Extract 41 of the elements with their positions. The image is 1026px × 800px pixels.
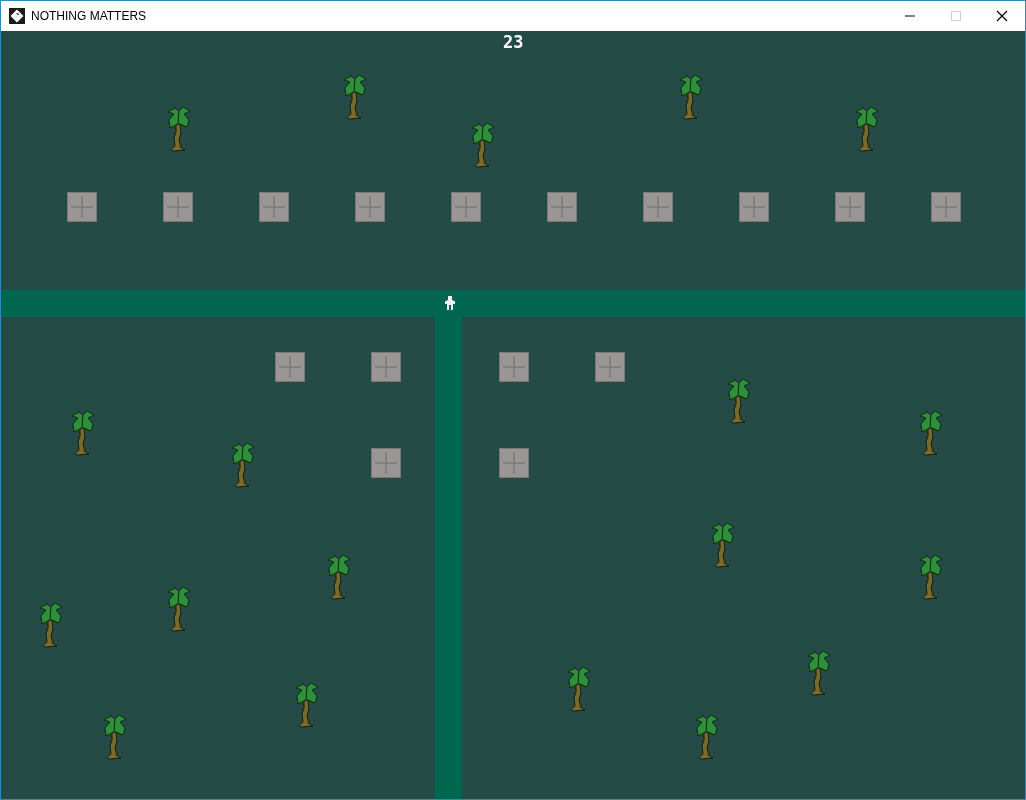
stone-block bbox=[595, 352, 625, 382]
stone-block bbox=[67, 192, 97, 222]
palm-tree-icon bbox=[167, 586, 191, 632]
stone-block bbox=[547, 192, 577, 222]
palm-tree-icon bbox=[727, 378, 751, 424]
palm-tree-icon bbox=[103, 714, 127, 760]
stone-block bbox=[451, 192, 481, 222]
stone-block bbox=[499, 448, 529, 478]
palm-tree-icon bbox=[343, 74, 367, 120]
palm-tree-icon bbox=[807, 650, 831, 696]
close-icon bbox=[996, 10, 1008, 22]
stone-block bbox=[931, 192, 961, 222]
palm-tree-icon bbox=[327, 554, 351, 600]
stone-block bbox=[163, 192, 193, 222]
maximize-icon bbox=[950, 10, 962, 22]
stone-block bbox=[499, 352, 529, 382]
stone-block bbox=[355, 192, 385, 222]
app-icon bbox=[9, 8, 25, 24]
palm-tree-icon bbox=[471, 122, 495, 168]
stone-block bbox=[259, 192, 289, 222]
score: 23 bbox=[503, 32, 524, 52]
palm-tree-icon bbox=[919, 410, 943, 456]
palm-tree-icon bbox=[919, 554, 943, 600]
palm-tree-icon bbox=[231, 442, 255, 488]
palm-tree-icon bbox=[567, 666, 591, 712]
palm-tree-icon bbox=[39, 602, 63, 648]
palm-tree-icon bbox=[71, 410, 95, 456]
stone-block bbox=[739, 192, 769, 222]
palm-tree-icon bbox=[711, 522, 735, 568]
palm-tree-icon bbox=[295, 682, 319, 728]
stone-block bbox=[835, 192, 865, 222]
window-title: NOTHING MATTERS bbox=[31, 9, 147, 23]
player-character bbox=[445, 296, 455, 310]
stone-block bbox=[643, 192, 673, 222]
palm-tree-icon bbox=[679, 74, 703, 120]
palm-tree-icon bbox=[167, 106, 191, 152]
stone-block bbox=[275, 352, 305, 382]
palm-tree-icon bbox=[855, 106, 879, 152]
stone-block bbox=[371, 448, 401, 478]
palm-tree-icon bbox=[695, 714, 719, 760]
stone-block bbox=[371, 352, 401, 382]
